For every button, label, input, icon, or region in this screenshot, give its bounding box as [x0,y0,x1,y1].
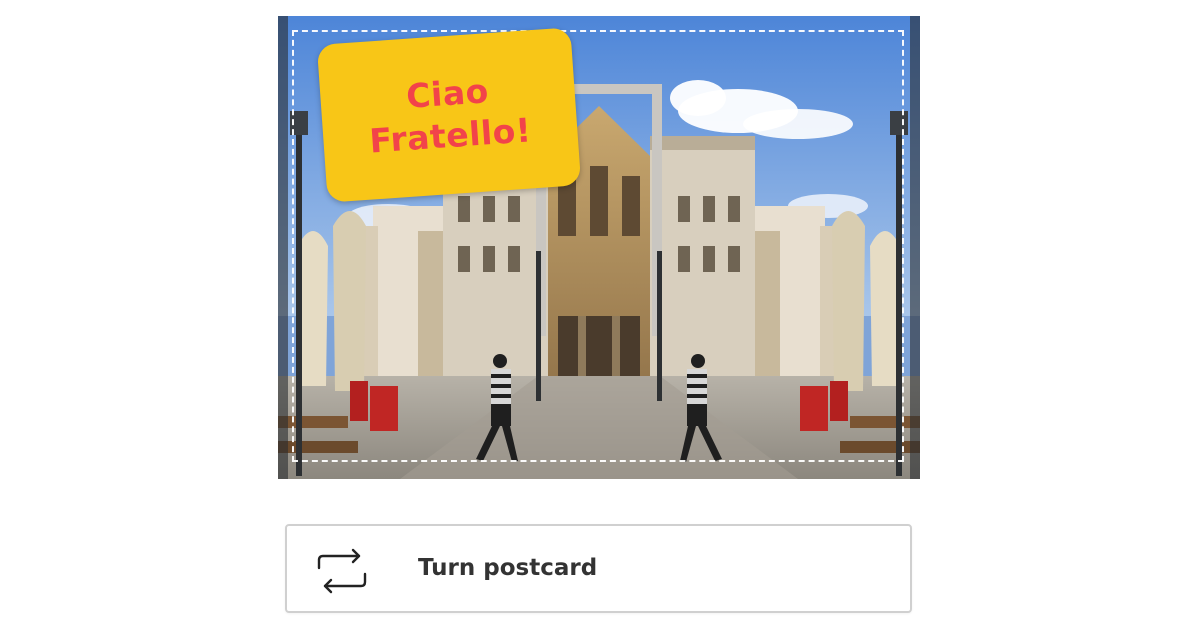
greeting-sticker[interactable]: Ciao Fratello! [316,27,582,203]
postcard-front[interactable]: Ciao Fratello! [278,16,920,479]
turn-postcard-button[interactable]: Turn postcard [285,524,912,613]
postcard-editor: Ciao Fratello! Turn postcard [0,0,1200,630]
swap-arrows-icon [317,548,367,594]
turn-postcard-label: Turn postcard [418,555,598,581]
sticker-text: Ciao Fratello! [365,67,532,162]
